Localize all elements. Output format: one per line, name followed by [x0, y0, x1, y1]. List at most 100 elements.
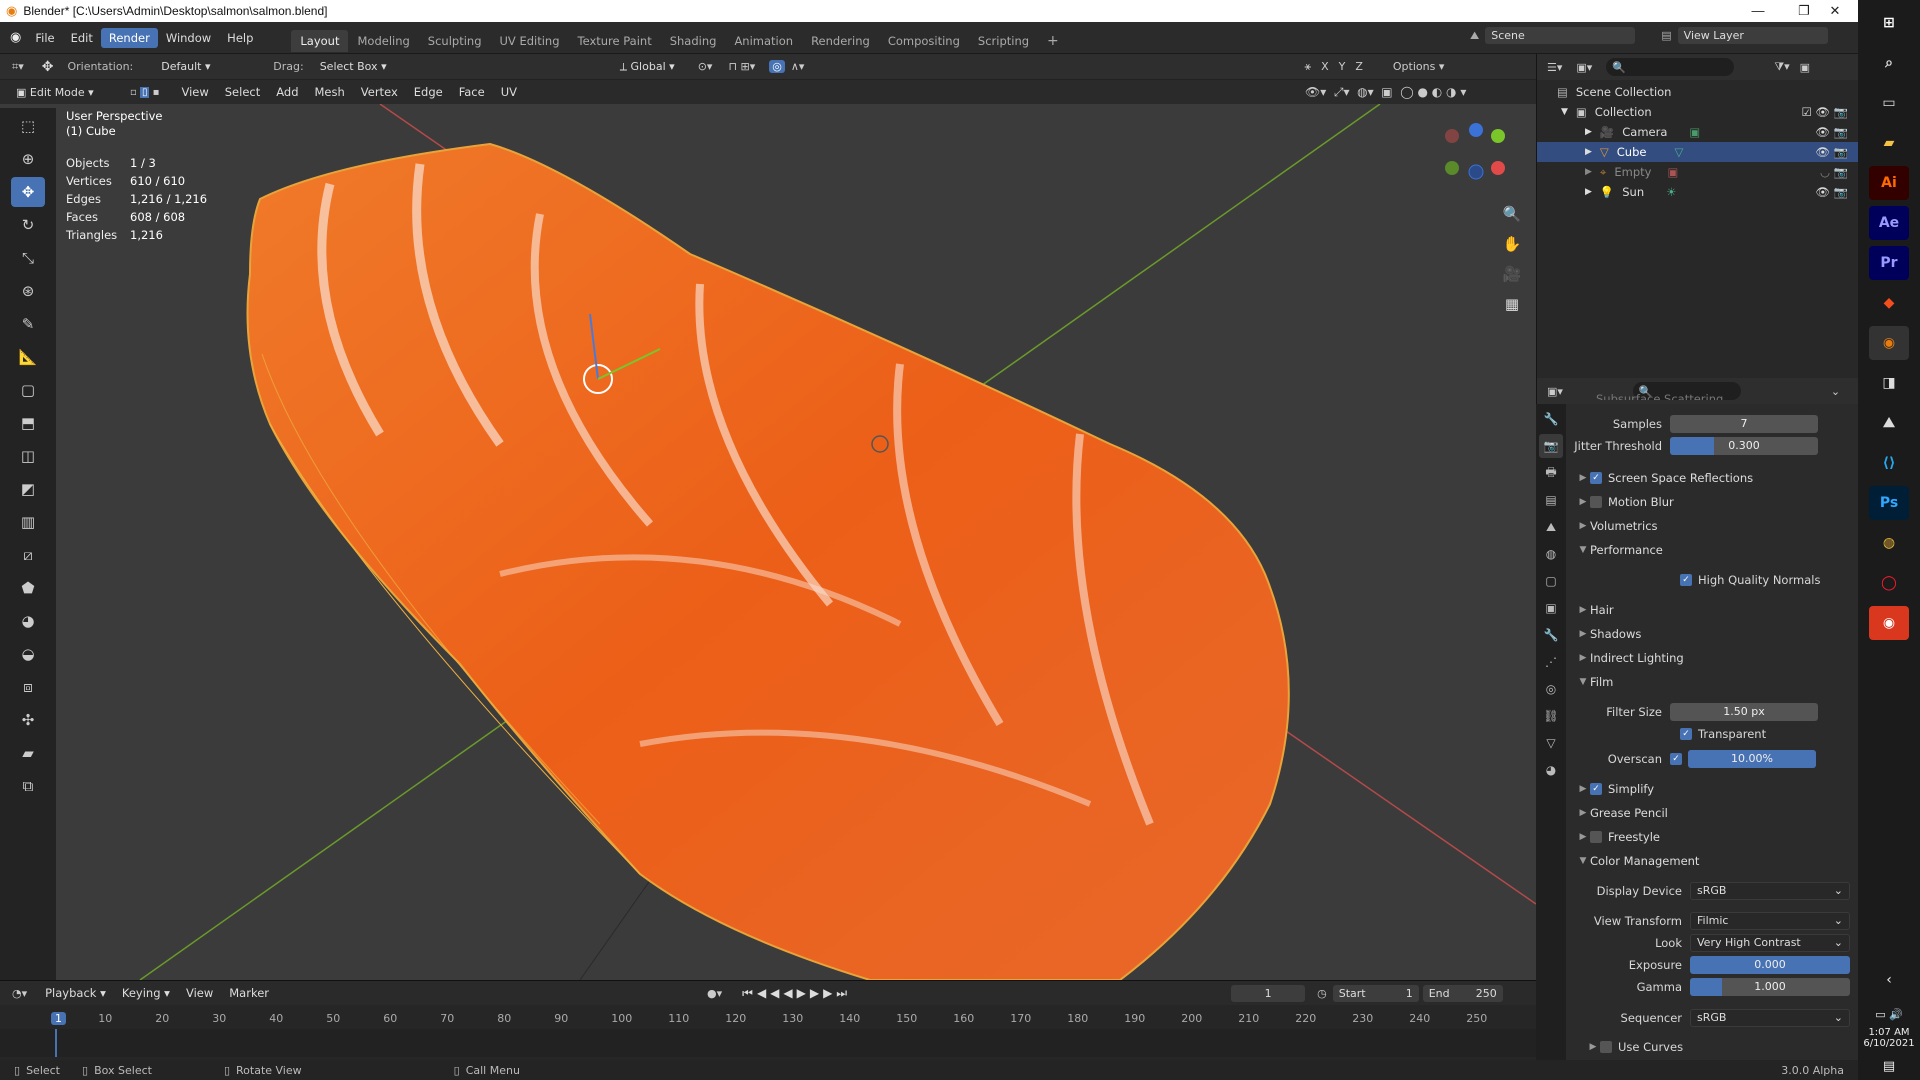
chrome-canary-icon[interactable]: ◍ [1869, 526, 1909, 560]
world-tab-icon[interactable]: ◍ [1539, 542, 1563, 566]
current-frame-field[interactable]: 1 [1231, 984, 1306, 1002]
select-mode-icons[interactable]: ▫ ▯ ▪ [130, 86, 159, 98]
visibility-controls[interactable]: 👁 📷 [1815, 125, 1848, 139]
end-frame-field[interactable]: End 250 [1422, 984, 1503, 1002]
start-frame-field[interactable]: Start 1 [1332, 984, 1419, 1002]
drag-dropdown[interactable]: Select Box ▾ [313, 58, 400, 75]
file-explorer-icon[interactable]: ▰ [1869, 126, 1909, 160]
shrink-fatten-icon[interactable]: ✣ [11, 705, 45, 735]
camera-view-icon[interactable]: 🎥 [1500, 259, 1524, 289]
chevron-left-icon[interactable]: ‹ [1858, 972, 1920, 988]
display-device-dropdown[interactable]: sRGB ⌄ [1690, 882, 1850, 900]
film-panel[interactable]: ▼ Film [1566, 671, 1858, 693]
viewport-shading-icons[interactable]: 👁▾ ⤢▾ ◍▾ ▣ ◯ ● ◐ ◑ ▾ [1305, 85, 1466, 100]
axis-z-toggle[interactable]: Z [1355, 60, 1363, 73]
expand-icon[interactable]: ▶ [1585, 187, 1592, 197]
tab-layout[interactable]: Layout [291, 30, 349, 52]
knife-icon[interactable]: ⧄ [11, 540, 45, 570]
menu-add[interactable]: Add [268, 82, 306, 102]
physics-tab-icon[interactable]: ◎ [1539, 677, 1563, 701]
overscan-slider[interactable]: 10.00% [1688, 750, 1816, 768]
view-transform-dropdown[interactable]: Filmic ⌄ [1690, 912, 1850, 930]
menu-edit[interactable]: Edit [63, 28, 101, 48]
notification-icon[interactable]: ▤ [1858, 1059, 1920, 1074]
properties-editor-icon[interactable]: ▣▾ [1547, 385, 1563, 398]
pivot-icon[interactable]: ⊙▾ [698, 60, 713, 73]
menu-vertex[interactable]: Vertex [353, 82, 406, 102]
expand-icon[interactable]: ▶ [1585, 167, 1592, 177]
overscan-checkbox[interactable]: ✓ [1670, 753, 1682, 765]
visibility-controls[interactable]: ◡ 📷 [1820, 165, 1848, 179]
visibility-controls[interactable]: 👁 📷 [1815, 185, 1848, 199]
rotate-icon[interactable]: ↻ [11, 210, 45, 240]
menu-file[interactable]: File [27, 28, 62, 48]
tab-scripting[interactable]: Scripting [969, 30, 1038, 52]
select-box-icon[interactable]: ⬚ [11, 111, 45, 141]
minimize-button[interactable]: — [1735, 0, 1781, 22]
shear-icon[interactable]: ▰ [11, 738, 45, 768]
particles-tab-icon[interactable]: ⋰ [1539, 650, 1563, 674]
rip-region-icon[interactable]: ⧉ [11, 771, 45, 801]
material-tab-icon[interactable]: ◕ [1539, 758, 1563, 782]
menu-keying[interactable]: Keying ▾ [114, 983, 178, 1003]
menu-view-timeline[interactable]: View [178, 983, 221, 1003]
motion-blur-checkbox[interactable] [1590, 496, 1602, 508]
look-dropdown[interactable]: Very High Contrast ⌄ [1690, 934, 1850, 952]
add-cube-icon[interactable]: ▢ [11, 375, 45, 405]
modifier-tab-icon[interactable]: 🔧 [1539, 623, 1563, 647]
freestyle-checkbox[interactable] [1590, 831, 1602, 843]
orientation-dropdown[interactable]: Default ▾ [155, 58, 252, 75]
scene-field[interactable]: Scene [1485, 27, 1636, 44]
display-mode-icon[interactable]: ▣▾ [1576, 61, 1592, 74]
expand-icon[interactable]: ▶ [1585, 147, 1592, 157]
filter-icon[interactable]: ⧩▾ [1774, 60, 1789, 74]
tray-icons[interactable]: ▭ 🔊 [1858, 1008, 1920, 1021]
simplify-panel[interactable]: ▶ ✓ Simplify [1566, 778, 1858, 800]
tab-shading[interactable]: Shading [661, 30, 726, 52]
gamma-slider[interactable]: 1.000 [1690, 978, 1850, 996]
options-dropdown[interactable]: Options ▾ [1393, 60, 1444, 73]
collection-tab-icon[interactable]: ▢ [1539, 569, 1563, 593]
grease-pencil-panel[interactable]: ▶ Grease Pencil [1566, 802, 1858, 824]
windows-start-icon[interactable]: ⊞ [1869, 6, 1909, 40]
jitter-slider[interactable]: 0.300 [1670, 437, 1818, 455]
ssr-checkbox[interactable]: ✓ [1590, 472, 1602, 484]
photos-icon[interactable]: ⛰ [1869, 406, 1909, 440]
constraints-tab-icon[interactable]: ⛓ [1539, 704, 1563, 728]
simplify-checkbox[interactable]: ✓ [1590, 783, 1602, 795]
tab-sculpting[interactable]: Sculpting [419, 30, 491, 52]
filter-size-field[interactable]: 1.50 px [1670, 703, 1818, 721]
spin-icon[interactable]: ◕ [11, 606, 45, 636]
view-layer-tab-icon[interactable]: ▤ [1539, 488, 1563, 512]
tab-animation[interactable]: Animation [725, 30, 802, 52]
shadows-panel[interactable]: ▶ Shadows [1566, 623, 1858, 645]
transform-icon[interactable]: ⊛ [11, 276, 45, 306]
ssr-panel[interactable]: ▶ ✓ Screen Space Reflections [1566, 467, 1858, 489]
render-tab-icon[interactable]: 📷 [1539, 434, 1563, 458]
proportional-edit-icon[interactable]: ◎ [769, 60, 785, 73]
cursor-icon[interactable]: ⊕ [11, 144, 45, 174]
bevel-icon[interactable]: ◩ [11, 474, 45, 504]
3d-viewport[interactable]: User Perspective (1) Cube Objects 1 / 3 V… [0, 104, 1536, 980]
edge-slide-icon[interactable]: ⧈ [11, 672, 45, 702]
hq-normals-row[interactable]: ✓ High Quality Normals [1566, 569, 1858, 591]
timeline-ruler[interactable]: 1 10 20 30 40 50 60 70 80 90 100 110 120 130 140 150 160… [0, 1009, 1536, 1029]
zoom-icon[interactable]: 🔍 [1500, 199, 1524, 229]
indirect-lighting-panel[interactable]: ▶ Indirect Lighting [1566, 647, 1858, 669]
mirror-icon[interactable]: ⚹ [1304, 60, 1311, 74]
poly-build-icon[interactable]: ⬟ [11, 573, 45, 603]
tab-texture-paint[interactable]: Texture Paint [569, 30, 661, 52]
axis-y-toggle[interactable]: Y [1339, 60, 1346, 73]
record-icon[interactable]: ●▾ [707, 987, 722, 1000]
ortho-grid-icon[interactable]: ▦ [1500, 289, 1524, 319]
use-curves-checkbox[interactable] [1600, 1041, 1612, 1053]
data-tab-icon[interactable]: ▽ [1539, 731, 1563, 755]
after-effects-icon[interactable]: Ae [1869, 206, 1909, 240]
visibility-controls[interactable]: ☑ 👁 📷 [1801, 105, 1848, 119]
premiere-icon[interactable]: Pr [1869, 246, 1909, 280]
tab-compositing[interactable]: Compositing [879, 30, 969, 52]
use-curves-row[interactable]: ▶ Use Curves [1566, 1036, 1858, 1058]
hq-normals-checkbox[interactable]: ✓ [1680, 574, 1692, 586]
outliner-editor-icon[interactable]: ☰▾ [1547, 61, 1562, 74]
opera-icon[interactable]: ◯ [1869, 566, 1909, 600]
